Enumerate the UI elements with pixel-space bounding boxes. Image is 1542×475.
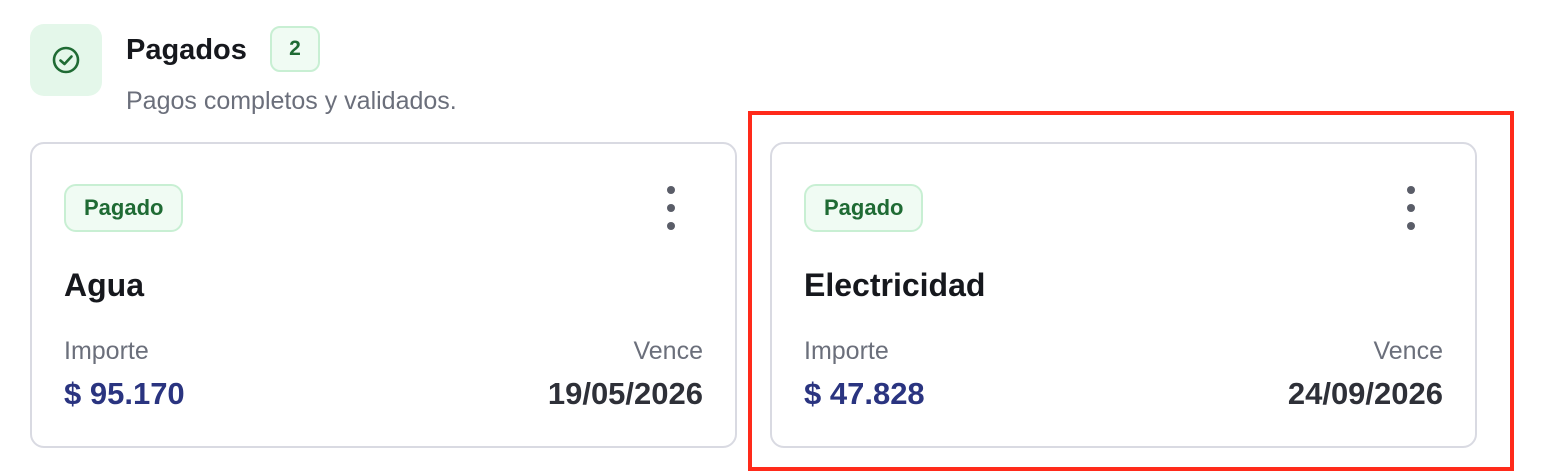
payment-card-agua[interactable]: Pagado Agua Importe Vence $ 95.170 19/05…	[30, 142, 737, 448]
more-options-button[interactable]	[653, 186, 689, 230]
count-badge: 2	[270, 26, 320, 72]
amount-label: Importe	[64, 337, 149, 365]
status-badge: Pagado	[64, 184, 184, 232]
card-title: Agua	[64, 267, 144, 303]
amount-value: $ 95.170	[64, 376, 185, 411]
highlight-annotation	[748, 111, 1514, 471]
kebab-menu-icon	[667, 186, 675, 194]
due-label: Vence	[633, 337, 703, 365]
section-subtitle: Pagos completos y validados.	[126, 87, 457, 115]
paid-section: Pagados 2 Pagos completos y validados. P…	[0, 0, 1542, 475]
section-header: Pagados 2 Pagos completos y validados.	[30, 24, 730, 120]
due-date-value: 19/05/2026	[547, 376, 703, 411]
check-circle-icon	[30, 24, 102, 96]
section-title: Pagados	[126, 34, 247, 66]
